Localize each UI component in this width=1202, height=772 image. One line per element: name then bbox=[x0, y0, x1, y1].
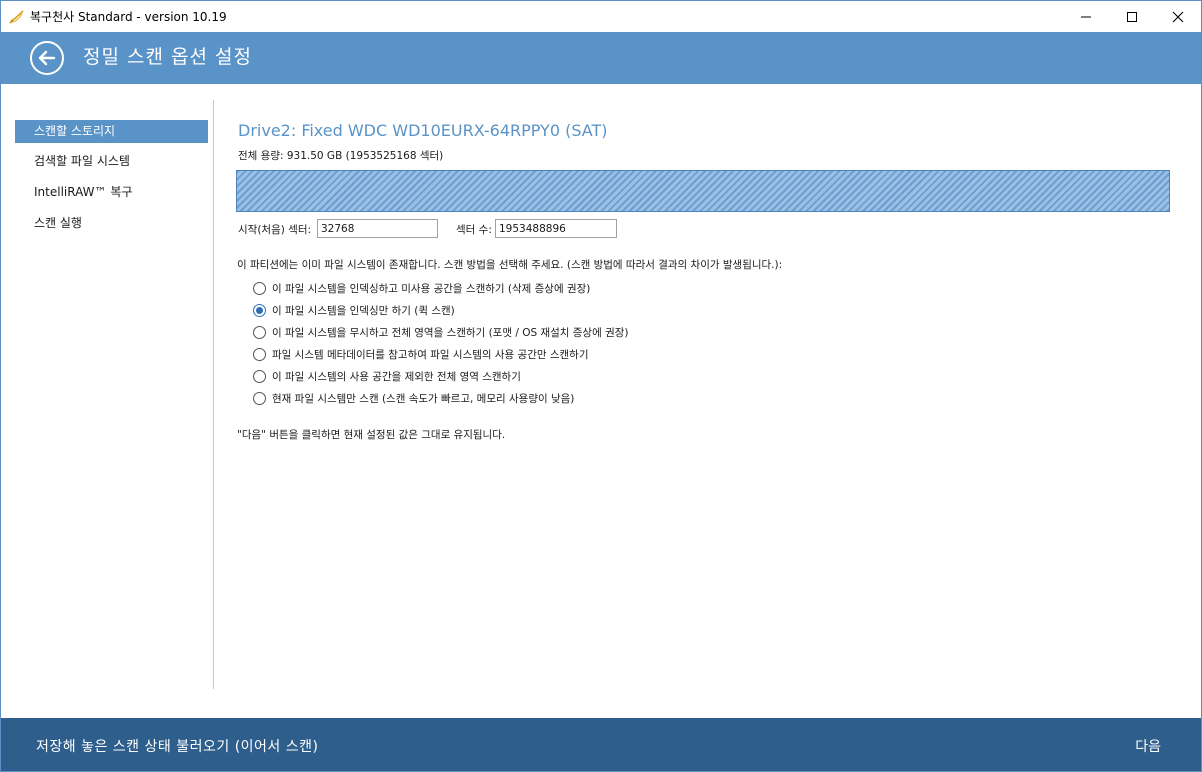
close-button[interactable] bbox=[1155, 1, 1201, 32]
sidebar-item-intelliraw[interactable]: IntelliRAW™ 복구 bbox=[15, 181, 208, 204]
sidebar-item-storage[interactable]: 스캔할 스토리지 bbox=[15, 120, 208, 143]
back-button[interactable] bbox=[30, 41, 64, 75]
sidebar-item-file-system[interactable]: 검색할 파일 시스템 bbox=[15, 150, 208, 173]
option-label: 파일 시스템 메타데이터를 참고하여 파일 시스템의 사용 공간만 스캔하기 bbox=[272, 348, 589, 361]
start-sector-input[interactable] bbox=[317, 219, 438, 238]
minimize-icon bbox=[1081, 16, 1091, 17]
scan-method-notice: 이 파티션에는 이미 파일 시스템이 존재합니다. 스캔 방법을 선택해 주세요… bbox=[237, 259, 783, 271]
scan-option-ignore-full[interactable]: 이 파일 시스템을 무시하고 전체 영역을 스캔하기 (포맷 / OS 재설치 … bbox=[253, 323, 629, 341]
radio-button-checked[interactable] bbox=[253, 303, 266, 317]
title-bar: 복구천사 Standard - version 10.19 bbox=[1, 1, 1201, 32]
start-sector-label: 시작(처음) 섹터: bbox=[238, 224, 312, 236]
minimize-button[interactable] bbox=[1063, 1, 1109, 32]
radio-button[interactable] bbox=[253, 281, 266, 295]
maximize-button[interactable] bbox=[1109, 1, 1155, 32]
sector-fields: 시작(처음) 섹터: 섹터 수: bbox=[237, 219, 837, 239]
sidebar-divider bbox=[213, 100, 214, 689]
close-icon bbox=[1172, 11, 1184, 22]
option-label: 이 파일 시스템을 인덱싱만 하기 (퀵 스캔) bbox=[272, 304, 455, 317]
radio-button[interactable] bbox=[253, 391, 266, 405]
app-logo-icon bbox=[9, 9, 24, 23]
sector-count-input[interactable] bbox=[495, 219, 617, 238]
option-label: 이 파일 시스템의 사용 공간을 제외한 전체 영역 스캔하기 bbox=[272, 370, 521, 383]
option-label: 현재 파일 시스템만 스캔 (스캔 속도가 빠르고, 메모리 사용량이 낮음) bbox=[272, 392, 575, 405]
scan-option-exclude-used[interactable]: 이 파일 시스템의 사용 공간을 제외한 전체 영역 스캔하기 bbox=[253, 367, 521, 385]
option-label: 이 파일 시스템을 인덱싱하고 미사용 공간을 스캔하기 (삭제 증상에 권장) bbox=[272, 282, 591, 295]
load-scan-state-button[interactable]: 저장해 놓은 스캔 상태 불러오기 (이어서 스캔) bbox=[36, 736, 318, 756]
scan-option-metadata-used[interactable]: 파일 시스템 메타데이터를 참고하여 파일 시스템의 사용 공간만 스캔하기 bbox=[253, 345, 589, 363]
window-title: 복구천사 Standard - version 10.19 bbox=[30, 10, 227, 24]
scan-option-index-and-unused[interactable]: 이 파일 시스템을 인덱싱하고 미사용 공간을 스캔하기 (삭제 증상에 권장) bbox=[253, 279, 590, 297]
scan-option-index-only[interactable]: 이 파일 시스템을 인덱싱만 하기 (퀵 스캔) bbox=[253, 301, 455, 319]
next-hint: "다음" 버튼을 클릭하면 현재 설정된 값은 그대로 유지됩니다. bbox=[237, 429, 506, 441]
radio-button[interactable] bbox=[253, 347, 266, 361]
page-header: 정밀 스캔 옵션 설정 bbox=[1, 32, 1201, 84]
drive-title: Drive2: Fixed WDC WD10EURX-64RPPY0 (SAT) bbox=[238, 121, 608, 140]
option-label: 이 파일 시스템을 무시하고 전체 영역을 스캔하기 (포맷 / OS 재설치 … bbox=[272, 326, 629, 339]
radio-button[interactable] bbox=[253, 369, 266, 383]
radio-button[interactable] bbox=[253, 325, 266, 339]
maximize-icon bbox=[1127, 11, 1137, 22]
footer-bar: 저장해 놓은 스캔 상태 불러오기 (이어서 스캔) 다음 bbox=[1, 718, 1201, 771]
next-button[interactable]: 다음 bbox=[1135, 736, 1161, 756]
partition-bar[interactable] bbox=[236, 170, 1170, 212]
sector-count-label: 섹터 수: bbox=[456, 224, 492, 236]
scan-option-current-fs-only[interactable]: 현재 파일 시스템만 스캔 (스캔 속도가 빠르고, 메모리 사용량이 낮음) bbox=[253, 389, 574, 407]
drive-capacity: 전체 용량: 931.50 GB (1953525168 섹터) bbox=[238, 150, 444, 162]
sidebar-item-run-scan[interactable]: 스캔 실행 bbox=[15, 212, 208, 235]
page-title: 정밀 스캔 옵션 설정 bbox=[83, 45, 252, 68]
sidebar bbox=[1, 84, 213, 689]
arrow-left-icon bbox=[38, 50, 56, 66]
